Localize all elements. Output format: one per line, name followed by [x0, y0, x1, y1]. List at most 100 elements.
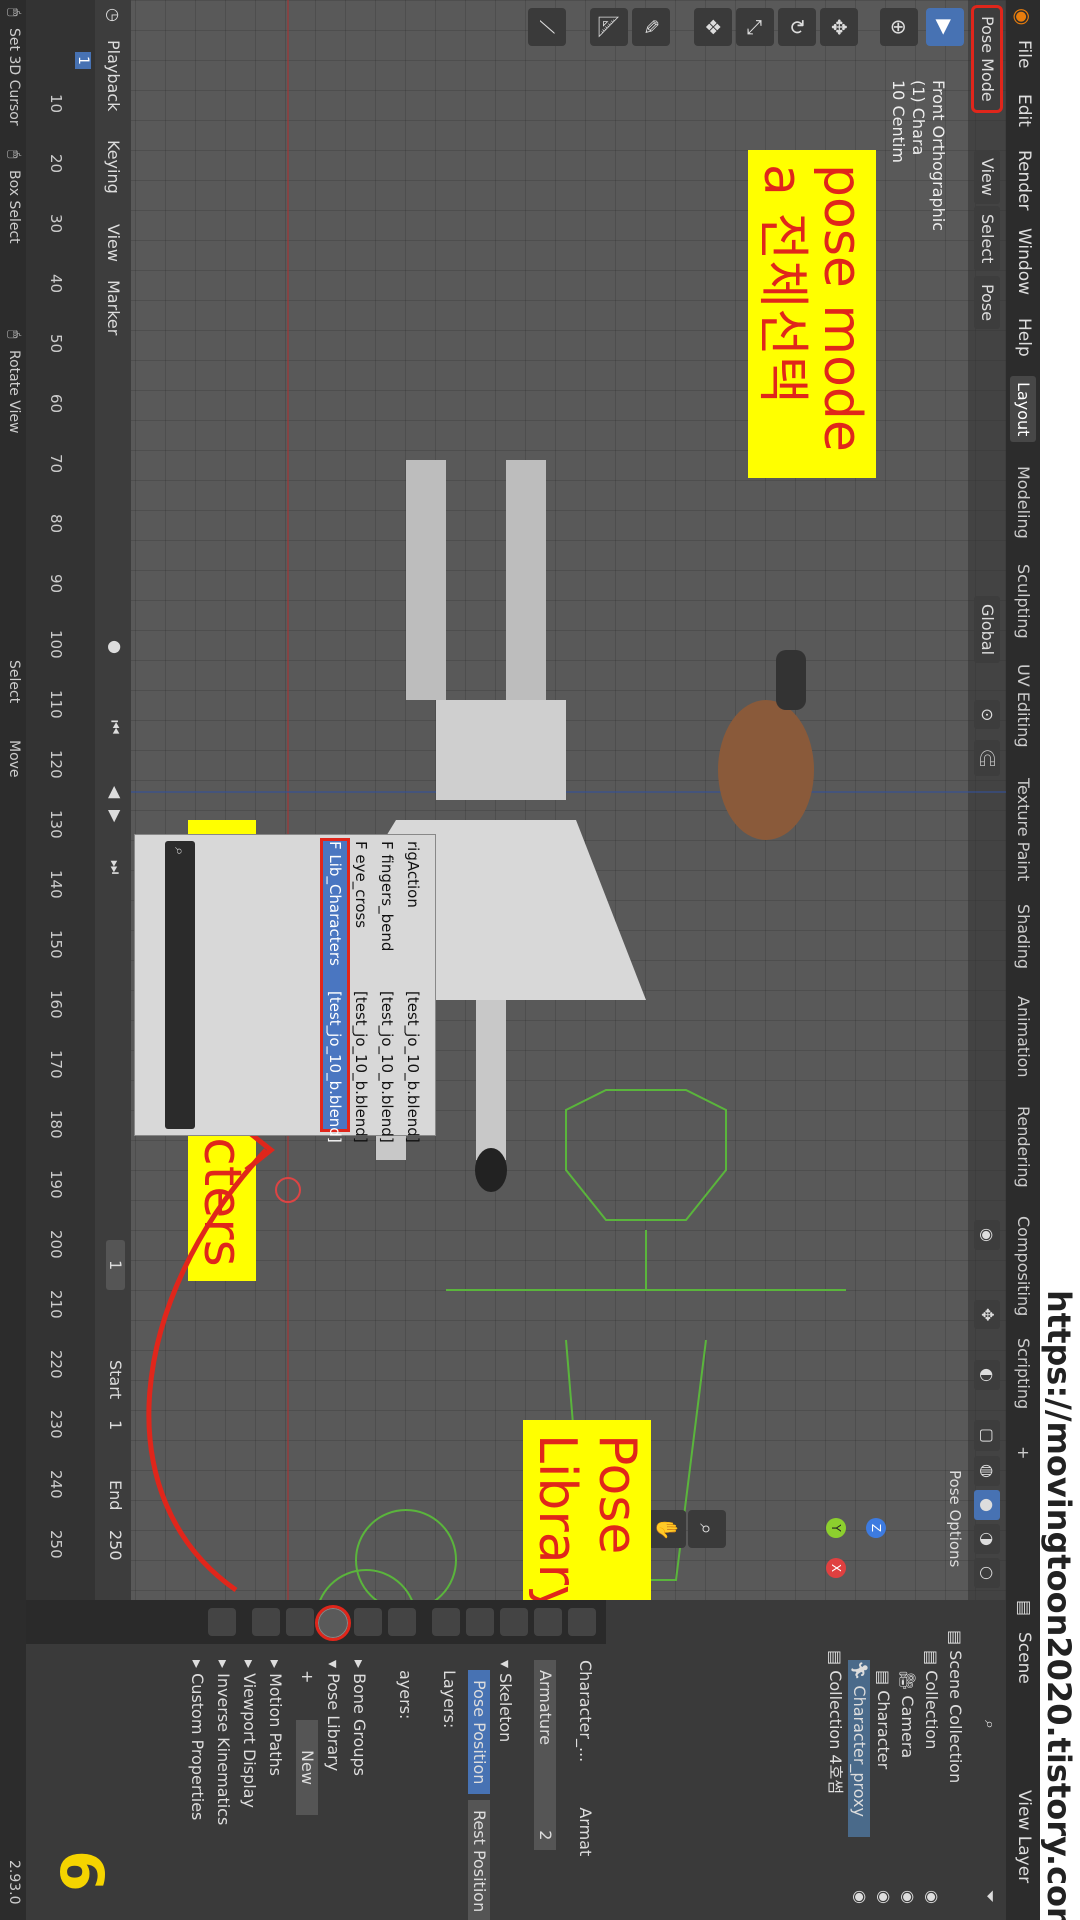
users-count: 2	[536, 1830, 555, 1841]
menu-playback[interactable]: Playback	[104, 40, 123, 111]
tab-texture-paint[interactable]: Texture Paint	[1010, 772, 1036, 887]
outliner-row-camera[interactable]: 🎥︎ Camera	[896, 1670, 918, 1758]
section-label: Bone Groups	[350, 1673, 369, 1777]
playhead[interactable]: 1	[75, 52, 91, 69]
tick-label: 120	[47, 750, 65, 779]
outliner-row-scene-collection[interactable]: ▤ Scene Collection	[944, 1630, 966, 1783]
3d-viewport[interactable]: Pose Mode View Select Pose Global ⊙ 🧲︎ ◉…	[131, 0, 1006, 1600]
tab-tool-icon[interactable]	[568, 1608, 596, 1636]
scene-icon[interactable]: ▤	[1014, 1600, 1034, 1616]
eye-icon[interactable]: ◉	[851, 1890, 870, 1904]
dropdown-item-rigaction[interactable]: rigAction [test_jo_10_b.blend]	[401, 841, 425, 1143]
tab-scripting[interactable]: Scripting	[1010, 1332, 1036, 1415]
pose-library-new-button[interactable]: New	[296, 1720, 318, 1815]
current-frame-field[interactable]: 1	[106, 1240, 125, 1291]
dropdown-search-field[interactable]: ⌕	[165, 841, 195, 1129]
armature-icon: 🏃︎	[850, 1660, 869, 1686]
status-set-cursor: Set 3D Cursor	[6, 28, 22, 126]
tick-label: 160	[47, 990, 65, 1019]
add-workspace-button[interactable]: +	[1010, 1440, 1036, 1465]
outliner-row-character[interactable]: ▤ Character	[872, 1670, 894, 1769]
section-viewport-display[interactable]: ▸ Viewport Display	[238, 1660, 260, 1808]
menu-render[interactable]: Render	[1014, 150, 1034, 211]
tab-scene-icon[interactable]	[466, 1608, 494, 1636]
section-label: Inverse Kinematics	[214, 1673, 233, 1826]
section-skeleton[interactable]: ▾ Skeleton	[494, 1660, 516, 1742]
section-pose-library[interactable]: ▾ Pose Library	[322, 1660, 344, 1771]
menu-file[interactable]: File	[1014, 40, 1034, 68]
end-frame-field[interactable]: 250	[106, 1530, 125, 1561]
menu-help[interactable]: Help	[1014, 318, 1034, 357]
object-name-field[interactable]: Character_... Armat	[574, 1660, 596, 1856]
tab-constraint-icon[interactable]	[252, 1608, 280, 1636]
tab-layout[interactable]: Layout	[1010, 376, 1036, 443]
tick-label: 150	[47, 930, 65, 959]
tick-label: 20	[47, 154, 65, 174]
menu-timeline-view[interactable]: View	[104, 224, 123, 262]
tab-armature-data-icon[interactable]	[315, 1605, 351, 1641]
view-layer-selector[interactable]: View Layer	[1014, 1790, 1034, 1883]
blender-logo-icon[interactable]: ◉	[1011, 8, 1035, 25]
pose-position-button[interactable]: Pose Position	[468, 1670, 490, 1795]
tab-uv-editing[interactable]: UV Editing	[1010, 658, 1036, 753]
outliner-panel[interactable]: ⌕ ⏷ ▤ Scene Collection ▤ Collection 🎥︎ C…	[606, 1600, 1006, 1920]
tab-animation[interactable]: Animation	[1010, 990, 1036, 1084]
tab-texture-icon[interactable]	[208, 1608, 236, 1636]
tick-label: 240	[47, 1470, 65, 1499]
outliner-row-label: Character	[874, 1690, 893, 1770]
section-custom-properties[interactable]: ▸ Custom Properties	[186, 1660, 208, 1820]
dropdown-item-lib-characters[interactable]: F Lib_Characters [test_jo_10_b.blend]	[322, 805, 348, 1165]
scene-selector[interactable]: Scene	[1014, 1632, 1034, 1684]
timeline-ruler[interactable]: 1 10 20 30 40 50 60 70 80 90 100 110 120…	[26, 0, 95, 1600]
dropdown-item-file: [test_jo_10_b.blend]	[352, 991, 370, 1143]
armature-datablock[interactable]: Armature 2	[534, 1660, 556, 1851]
pose-library-add-button[interactable]: +	[296, 1670, 318, 1683]
outliner-row-character-proxy[interactable]: 🏃︎ Character_proxy	[848, 1660, 870, 1838]
section-inverse-kinematics[interactable]: ▸ Inverse Kinematics	[212, 1660, 234, 1825]
eye-icon[interactable]: ◉	[875, 1890, 894, 1904]
tab-output-icon[interactable]	[500, 1608, 528, 1636]
menu-keying[interactable]: Keying	[104, 140, 123, 194]
mouse-middle-icon: 🖱︎	[6, 150, 22, 159]
record-button[interactable]: ●	[106, 640, 125, 654]
section-label: Viewport Display	[240, 1673, 259, 1808]
tab-rendering[interactable]: Rendering	[1010, 1100, 1036, 1194]
menu-edit[interactable]: Edit	[1014, 94, 1034, 127]
start-frame-field[interactable]: 1	[106, 1420, 125, 1430]
outliner-search-icon[interactable]: ⌕	[980, 1720, 1000, 1729]
tab-compositing[interactable]: Compositing	[1010, 1210, 1036, 1322]
rest-position-button[interactable]: Rest Position	[468, 1800, 490, 1920]
tab-render-icon[interactable]	[534, 1608, 562, 1636]
filter-icon[interactable]: ⏷	[980, 1890, 1000, 1903]
pose-library-dropdown[interactable]: rigAction [test_jo_10_b.blend] F fingers…	[134, 805, 436, 1165]
outliner-row-collection-4[interactable]: ▤ Collection 4호썸	[824, 1650, 846, 1794]
tab-sculpting[interactable]: Sculpting	[1010, 558, 1036, 645]
outliner-row-label: Collection	[922, 1670, 941, 1750]
tab-modeling[interactable]: Modeling	[1010, 460, 1036, 545]
play-button[interactable]: ▶	[106, 810, 125, 822]
eye-icon[interactable]: ◉	[923, 1890, 942, 1904]
section-bone-groups[interactable]: ▸ Bone Groups	[348, 1660, 370, 1776]
tick-label: 190	[47, 1170, 65, 1199]
outliner-row-collection[interactable]: ▤ Collection	[920, 1650, 942, 1749]
jump-start-button[interactable]: ⏮	[105, 720, 125, 734]
dropdown-item-fingers-bend[interactable]: F fingers_bend [test_jo_10_b.blend]	[375, 841, 399, 1143]
tick-label: 60	[47, 394, 65, 414]
tab-bone-icon[interactable]	[286, 1608, 314, 1636]
play-reverse-button[interactable]: ◀	[106, 786, 125, 798]
section-motion-paths[interactable]: ▸ Motion Paths	[264, 1660, 286, 1776]
tab-shading[interactable]: Shading	[1010, 898, 1036, 975]
menu-window[interactable]: Window	[1014, 228, 1034, 295]
tab-world-icon[interactable]	[432, 1608, 460, 1636]
tick-label: 50	[47, 334, 65, 354]
dropdown-item-eye-cross[interactable]: F eye_cross [test_jo_10_b.blend]	[349, 841, 373, 1143]
collection-icon: ▤	[946, 1630, 965, 1651]
jump-end-button[interactable]: ⏭	[105, 860, 125, 874]
tab-modifier-icon[interactable]	[354, 1608, 382, 1636]
eye-icon[interactable]: ◉	[899, 1890, 918, 1904]
tab-object-icon[interactable]	[388, 1608, 416, 1636]
properties-panel[interactable]: Character_... Armat Armature 2 ▾ Skeleto…	[26, 1600, 606, 1920]
editor-type-icon[interactable]: ◷	[104, 8, 123, 22]
menu-marker[interactable]: Marker	[104, 280, 123, 335]
timeline-editor[interactable]: ◷ Playback Keying View Marker ● ⏮ ◀ ▶ ⏭ …	[26, 0, 131, 1600]
